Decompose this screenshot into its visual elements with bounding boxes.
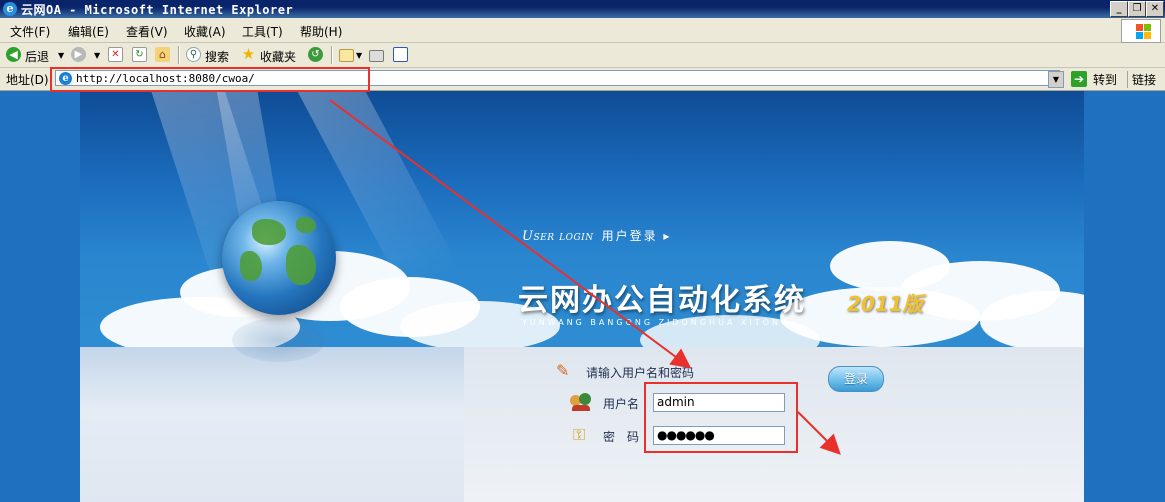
annotation-arrows <box>329 99 841 455</box>
annotation-arrow-1 <box>329 99 692 369</box>
annotation-arrow-2 <box>797 411 841 455</box>
